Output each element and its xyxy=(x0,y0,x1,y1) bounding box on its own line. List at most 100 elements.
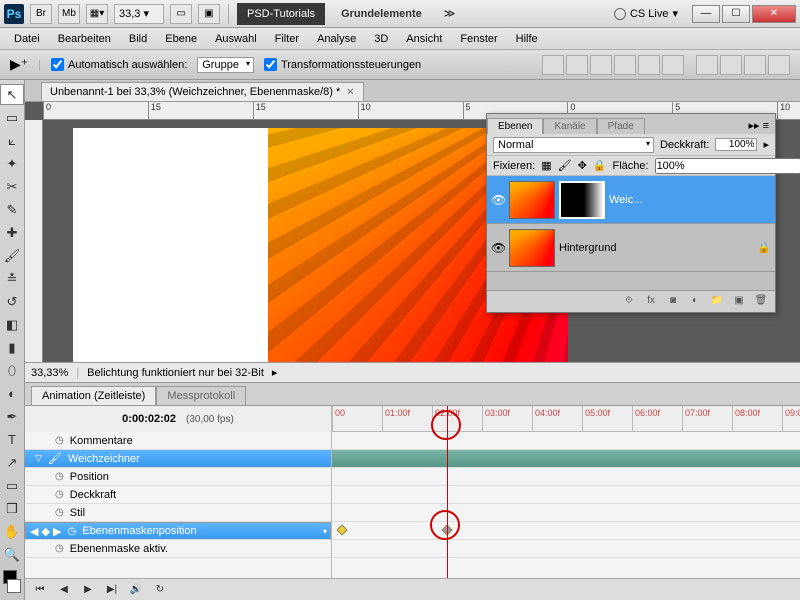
menu-3d[interactable]: 3D xyxy=(366,30,396,48)
distribute-icon[interactable] xyxy=(696,55,718,75)
audio-button[interactable]: 🔊 xyxy=(127,582,145,598)
track-maskactive[interactable]: ◷Ebenenmaske aktiv. xyxy=(25,540,331,558)
adjustment-icon[interactable]: ◐ xyxy=(687,295,703,309)
tab-messprotokoll[interactable]: Messprotokoll xyxy=(156,386,246,405)
auto-select-checkbox[interactable]: Automatisch auswählen: xyxy=(51,58,187,71)
menu-analyse[interactable]: Analyse xyxy=(309,30,364,48)
minibridge-button[interactable]: Mb xyxy=(58,4,80,24)
panel-tab-ebenen[interactable]: Ebenen xyxy=(487,118,543,134)
menu-auswahl[interactable]: Auswahl xyxy=(207,30,265,48)
loop-button[interactable]: ↻ xyxy=(151,582,169,598)
blur-tool[interactable]: ⬯ xyxy=(0,360,24,381)
lock-transparent-icon[interactable]: ▦ xyxy=(541,159,551,172)
heal-tool[interactable]: ✚ xyxy=(0,222,24,243)
crop-tool[interactable]: ✂ xyxy=(0,176,24,197)
view-extras-button[interactable]: ▦▾ xyxy=(86,4,108,24)
layer-name[interactable]: Weic... xyxy=(609,194,642,206)
align-icon[interactable] xyxy=(566,55,588,75)
menu-datei[interactable]: Datei xyxy=(6,30,48,48)
auto-select-type[interactable]: Gruppe xyxy=(197,57,254,73)
next-frame-button[interactable]: ▶| xyxy=(103,582,121,598)
menu-filter[interactable]: Filter xyxy=(267,30,307,48)
blend-mode-select[interactable]: Normal xyxy=(493,137,654,153)
zoom-field[interactable]: 33,3 ▾ xyxy=(114,4,164,24)
gradient-tool[interactable]: ▮ xyxy=(0,337,24,358)
close-tab-icon[interactable]: ✕ xyxy=(346,87,354,98)
timeline-tracks-area[interactable]: 0001:00f02:00f03:00f04:00f05:00f06:00f07… xyxy=(332,406,800,578)
align-icon[interactable] xyxy=(542,55,564,75)
eyedropper-tool[interactable]: ✎ xyxy=(0,199,24,220)
panel-tab-kanaele[interactable]: Kanäle xyxy=(543,118,596,134)
pen-tool[interactable]: ✒ xyxy=(0,406,24,427)
arrange-button[interactable]: ▭ xyxy=(170,4,192,24)
link-layers-icon[interactable]: ⟐ xyxy=(621,295,637,309)
stamp-tool[interactable]: ≛ xyxy=(0,268,24,289)
align-icon[interactable] xyxy=(614,55,636,75)
trash-icon[interactable]: 🗑 xyxy=(753,295,769,309)
menu-hilfe[interactable]: Hilfe xyxy=(508,30,546,48)
zoom-tool[interactable]: 🔍 xyxy=(0,544,24,565)
layer-thumb[interactable] xyxy=(509,181,555,219)
shape-tool[interactable]: ▭ xyxy=(0,475,24,496)
lock-all-icon[interactable]: 🔒 xyxy=(593,159,607,172)
new-layer-icon[interactable]: ▣ xyxy=(731,295,747,309)
tab-animation[interactable]: Animation (Zeitleiste) xyxy=(31,386,156,405)
stopwatch-icon[interactable]: ◷ xyxy=(68,526,77,537)
lock-move-icon[interactable]: ✥ xyxy=(578,159,587,172)
panel-menu-icon[interactable]: ▸▸ ≡ xyxy=(742,117,775,134)
track-layer[interactable]: ▽🖌Weichzeichner xyxy=(25,450,331,468)
stopwatch-icon[interactable]: ◷ xyxy=(55,471,64,482)
track-comments[interactable]: ◷Kommentare xyxy=(25,432,331,450)
color-swatches[interactable] xyxy=(0,567,24,596)
keyframe-icon[interactable] xyxy=(336,524,347,535)
transform-controls-checkbox[interactable]: Transformationssteuerungen xyxy=(264,58,421,71)
distribute-icon[interactable] xyxy=(768,55,790,75)
path-tool[interactable]: ↗ xyxy=(0,452,24,473)
minimize-button[interactable]: — xyxy=(692,5,720,23)
close-button[interactable]: ✕ xyxy=(752,5,796,23)
panel-tab-pfade[interactable]: Pfade xyxy=(597,118,645,134)
mask-thumb[interactable] xyxy=(559,181,605,219)
canvas[interactable] xyxy=(73,128,533,382)
move-tool[interactable]: ↖ xyxy=(0,84,24,105)
workspace-tab-grundelemente[interactable]: Grundelemente xyxy=(331,3,432,25)
align-icon[interactable] xyxy=(638,55,660,75)
track-position[interactable]: ◷Position xyxy=(25,468,331,486)
workspace-more-icon[interactable]: ≫ xyxy=(444,7,456,20)
align-icon[interactable] xyxy=(662,55,684,75)
menu-bearbeiten[interactable]: Bearbeiten xyxy=(50,30,119,48)
fill-input[interactable] xyxy=(655,158,800,174)
distribute-icon[interactable] xyxy=(744,55,766,75)
history-brush-tool[interactable]: ↺ xyxy=(0,291,24,312)
distribute-icon[interactable] xyxy=(720,55,742,75)
cslive-button[interactable]: CS Live▾ xyxy=(614,7,678,20)
maximize-button[interactable]: ☐ xyxy=(722,5,750,23)
play-button[interactable]: ▶ xyxy=(79,582,97,598)
wand-tool[interactable]: ✦ xyxy=(0,153,24,174)
workspace-tab-tutorials[interactable]: PSD-Tutorials xyxy=(237,3,325,25)
track-maskposition[interactable]: ◀ ◆ ▶◷Ebenenmaskenposition xyxy=(25,522,331,540)
layer-row[interactable]: 👁 Weic... xyxy=(487,176,775,224)
mask-icon[interactable]: ◙ xyxy=(665,295,681,309)
layer-row[interactable]: 👁 Hintergrund 🔒 xyxy=(487,224,775,272)
lock-paint-icon[interactable]: 🖌 xyxy=(558,159,572,172)
playhead[interactable] xyxy=(447,406,448,578)
first-frame-button[interactable]: ⏮ xyxy=(31,582,49,598)
status-zoom[interactable]: 33,33% xyxy=(31,367,68,379)
fx-icon[interactable]: fx xyxy=(643,295,659,309)
group-icon[interactable]: 📁 xyxy=(709,295,725,309)
timeline-ruler[interactable]: 0001:00f02:00f03:00f04:00f05:00f06:00f07… xyxy=(332,406,800,432)
hand-tool[interactable]: ✋ xyxy=(0,521,24,542)
menu-ebene[interactable]: Ebene xyxy=(157,30,205,48)
visibility-icon[interactable]: 👁 xyxy=(491,241,505,255)
3d-tool[interactable]: ❒ xyxy=(0,498,24,519)
eraser-tool[interactable]: ◧ xyxy=(0,314,24,335)
prev-frame-button[interactable]: ◀ xyxy=(55,582,73,598)
timeline-timecode[interactable]: 0:00:02:02(30,00 fps) xyxy=(25,406,331,432)
opacity-input[interactable] xyxy=(715,138,757,151)
align-icon[interactable] xyxy=(590,55,612,75)
menu-bild[interactable]: Bild xyxy=(121,30,155,48)
screen-mode-button[interactable]: ▣ xyxy=(198,4,220,24)
stopwatch-icon[interactable]: ◷ xyxy=(55,489,64,500)
marquee-tool[interactable]: ▭ xyxy=(0,107,24,128)
